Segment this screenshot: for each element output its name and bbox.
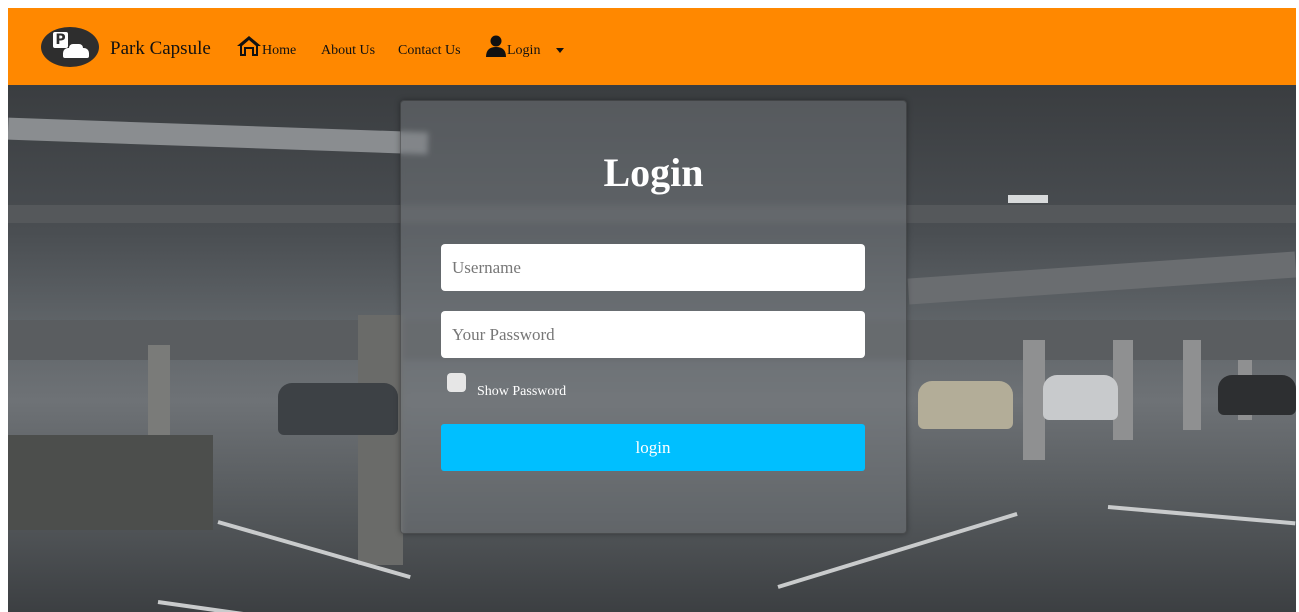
show-password-checkbox[interactable] bbox=[447, 373, 466, 392]
login-button[interactable]: login bbox=[441, 424, 865, 471]
home-icon[interactable] bbox=[236, 35, 262, 57]
nav-login-dropdown[interactable]: Login bbox=[507, 43, 540, 59]
navbar: P Park Capsule Home About Us Contact Us … bbox=[8, 8, 1296, 85]
nav-about-us[interactable]: About Us bbox=[321, 43, 375, 59]
show-password-label[interactable]: Show Password bbox=[477, 384, 566, 400]
login-title: Login bbox=[603, 150, 704, 195]
nav-home[interactable]: Home bbox=[262, 43, 296, 59]
nav-contact-us[interactable]: Contact Us bbox=[398, 43, 461, 59]
login-card: Login Show Password login bbox=[400, 100, 907, 534]
brand-name[interactable]: Park Capsule bbox=[110, 38, 211, 60]
user-icon[interactable] bbox=[485, 35, 507, 57]
chevron-down-icon[interactable] bbox=[556, 48, 564, 53]
username-input[interactable] bbox=[441, 244, 865, 291]
password-input[interactable] bbox=[441, 311, 865, 358]
parking-car-icon[interactable]: P bbox=[41, 27, 99, 67]
